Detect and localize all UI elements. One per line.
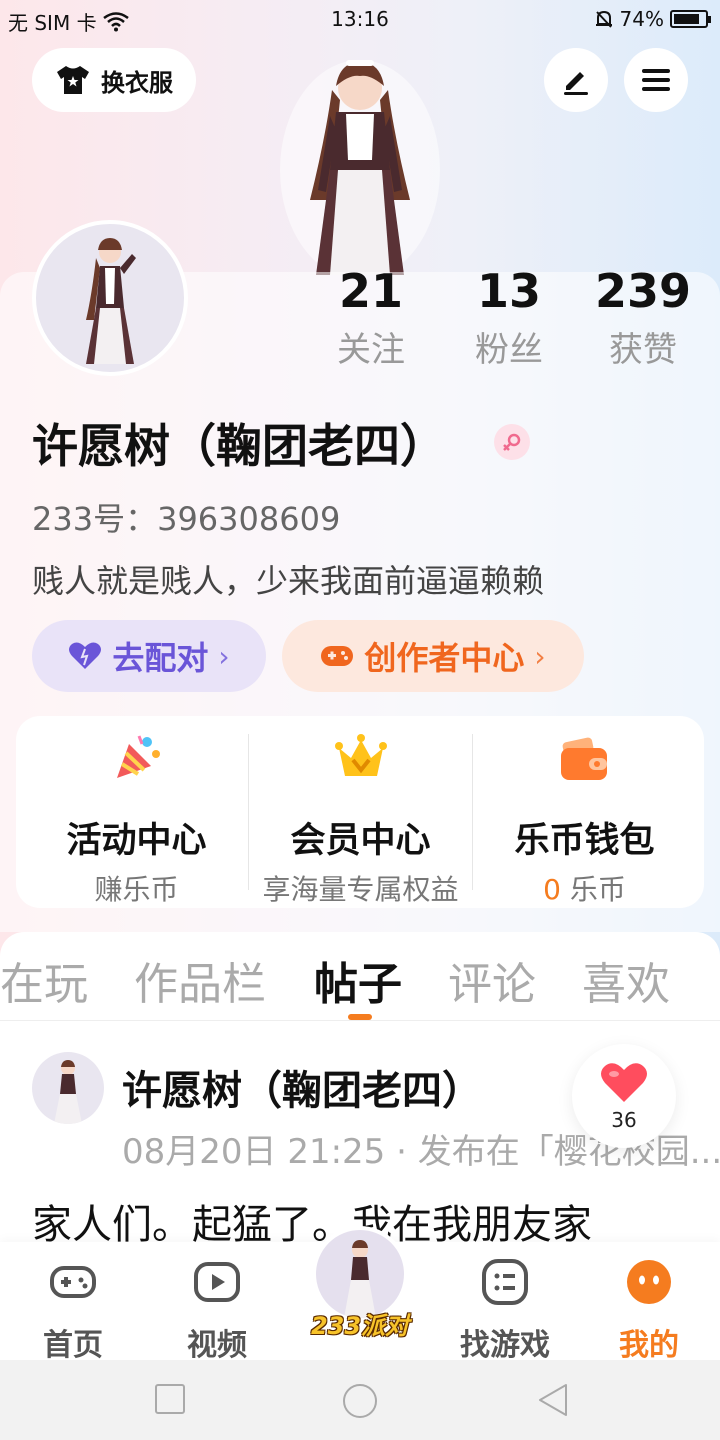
nav-find-games-label: 找游戏	[460, 1328, 550, 1363]
bell-muted-icon	[595, 10, 612, 28]
following-count: 21	[338, 264, 403, 318]
menu-button[interactable]	[624, 48, 688, 112]
profile-bio: 贱人就是贱人，少来我面前逼逼赖赖	[32, 562, 545, 600]
tabs-divider	[0, 1020, 720, 1021]
heart-icon	[69, 642, 102, 669]
battery-icon	[670, 10, 711, 28]
nav-video-label: 视频	[187, 1328, 247, 1363]
vip-center-title: 会员中心	[290, 821, 431, 861]
profile-name: 许愿树（鞠团老四）	[32, 419, 446, 473]
wallet-unit: 乐币	[569, 873, 626, 906]
nav-find-games[interactable]: 找游戏	[450, 1258, 560, 1364]
likes-count: 239	[594, 264, 692, 318]
like-count: 36	[611, 1108, 637, 1132]
fans-label: 粉丝	[475, 330, 543, 370]
like-button[interactable]: 36	[572, 1044, 676, 1148]
tab-playing[interactable]: 在玩	[0, 948, 88, 1012]
nav-mine-label: 我的	[619, 1328, 679, 1363]
tab-comments[interactable]: 评论	[448, 948, 536, 1012]
user-id: 233号：396308609	[32, 500, 341, 538]
video-play-icon	[194, 1262, 240, 1302]
post-author-name[interactable]: 许愿树（鞠团老四）	[122, 1058, 482, 1116]
female-gender-icon	[494, 424, 530, 460]
pen-icon	[564, 72, 588, 95]
home-circle-icon[interactable]	[342, 1383, 378, 1419]
list-icon	[482, 1259, 528, 1305]
vip-center-sub: 享海量专属权益	[262, 873, 459, 906]
profile-avatar[interactable]	[32, 220, 188, 376]
wallet-entry[interactable]: 乐币钱包 0 乐币	[470, 716, 699, 908]
nav-mine[interactable]: 我的	[594, 1258, 704, 1364]
stat-following[interactable]: 21 关注	[306, 262, 436, 374]
battery-percent: 74%	[619, 7, 664, 31]
creator-center-button[interactable]: 创作者中心 ›	[282, 620, 584, 692]
nav-video[interactable]: 视频	[162, 1258, 272, 1364]
edit-profile-button[interactable]	[544, 48, 608, 112]
change-outfit-button[interactable]: 换衣服	[32, 48, 196, 112]
wallet-title: 乐币钱包	[514, 821, 655, 861]
activity-center-entry[interactable]: 活动中心 赚乐币	[22, 716, 251, 908]
gamepad-icon	[50, 1266, 96, 1298]
tab-works[interactable]: 作品栏	[134, 948, 266, 1012]
wallet-balance: 0	[543, 873, 561, 906]
chevron-right-icon: ›	[534, 639, 546, 673]
wallet-sub: 0 乐币	[470, 868, 699, 908]
nav-home[interactable]: 首页	[18, 1258, 128, 1364]
status-right: 74%	[594, 7, 711, 31]
stat-fans[interactable]: 13 粉丝	[444, 262, 574, 374]
tab-posts[interactable]: 帖子	[314, 948, 402, 1012]
character-avatar-figure	[270, 50, 450, 275]
activity-center-title: 活动中心	[66, 821, 207, 861]
gamepad-icon	[321, 646, 354, 666]
nav-home-label: 首页	[43, 1328, 103, 1363]
vip-center-entry[interactable]: 会员中心 享海量专属权益	[246, 716, 475, 908]
shirt-icon	[57, 66, 89, 94]
fans-count: 13	[476, 264, 541, 318]
hamburger-icon	[642, 69, 670, 91]
wallet-icon	[560, 737, 607, 780]
quick-entries-card: 活动中心 赚乐币 会员中心 享海量专属权益 乐币钱包 0 乐币	[16, 716, 704, 908]
match-label: 去配对	[112, 639, 209, 677]
back-triangle-icon[interactable]	[536, 1383, 570, 1417]
recent-apps-icon[interactable]	[154, 1383, 186, 1415]
post-author-avatar[interactable]	[32, 1052, 104, 1124]
activity-center-sub: 赚乐币	[94, 873, 179, 906]
crown-icon	[334, 734, 387, 776]
creator-center-label: 创作者中心	[364, 639, 525, 677]
likes-label: 获赞	[609, 330, 677, 370]
face-icon	[627, 1260, 671, 1304]
following-label: 关注	[337, 330, 405, 370]
heart-icon	[601, 1063, 647, 1102]
tab-likes[interactable]: 喜欢	[582, 948, 670, 1012]
stat-likes[interactable]: 239 获赞	[578, 262, 708, 374]
change-outfit-label: 换衣服	[101, 68, 173, 97]
chevron-right-icon: ›	[218, 639, 230, 673]
party-popper-icon	[116, 735, 160, 778]
status-bar: 无 SIM 卡 13:16 74%	[0, 0, 720, 40]
nav-party-label[interactable]: 233派对	[304, 1306, 416, 1341]
match-button[interactable]: 去配对 ›	[32, 620, 266, 692]
